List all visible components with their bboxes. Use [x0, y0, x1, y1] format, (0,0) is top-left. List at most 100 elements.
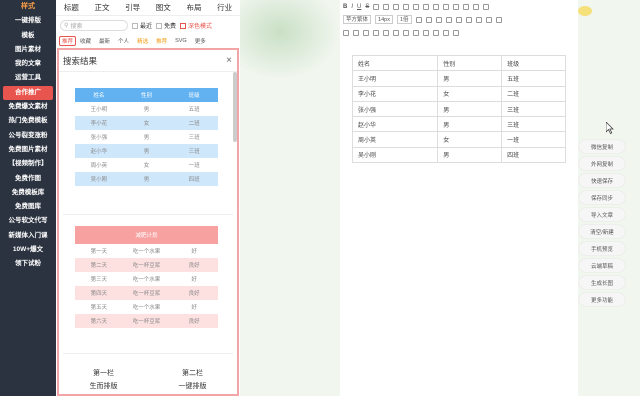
cell[interactable]: 三班	[501, 116, 566, 133]
template-table-students[interactable]: 姓名 性别 班级 王小明男五班 李小花女二班 张小强男三班 赵小华男三班 周小英…	[75, 88, 218, 186]
cell[interactable]: 三班	[501, 100, 566, 118]
delete-row-icon[interactable]	[383, 29, 389, 36]
sidebar-item[interactable]: 模板	[0, 29, 56, 43]
cell[interactable]: 五班	[501, 70, 566, 87]
close-icon[interactable]: ×	[226, 55, 232, 66]
template-columns[interactable]: 第一栏 第二栏 生而排版 一键排版	[59, 368, 237, 394]
sidebar-item[interactable]: 10W+爆文	[0, 243, 56, 257]
dark-mode-checkbox[interactable]: 深色模式	[180, 21, 212, 30]
filter-personal[interactable]: 个人	[114, 37, 133, 45]
cell[interactable]: 班级	[501, 54, 566, 72]
align-center-icon[interactable]	[403, 3, 410, 10]
cell[interactable]: 周小英	[351, 131, 439, 148]
free-checkbox[interactable]: 免费	[156, 21, 176, 30]
sidebar-item[interactable]: 图片素材	[0, 43, 56, 57]
sidebar-item[interactable]: 一键排版	[0, 14, 56, 28]
search-input[interactable]: ⚲ 搜索	[60, 20, 128, 31]
link-icon[interactable]	[483, 3, 490, 10]
text-color-icon[interactable]	[485, 16, 492, 23]
sidebar-item[interactable]: 免费作图	[0, 172, 56, 186]
tab-title[interactable]: 标题	[64, 2, 79, 13]
cell[interactable]: 二班	[501, 85, 566, 102]
quote-icon[interactable]	[373, 3, 380, 10]
sidebar-item[interactable]: 免费图片素材	[0, 143, 56, 157]
list-icon[interactable]	[433, 3, 440, 10]
delete-column-icon[interactable]	[393, 29, 399, 36]
more-functions-button[interactable]: 更多功能	[579, 293, 625, 306]
fullscreen-icon[interactable]	[433, 29, 439, 36]
divider-icon[interactable]	[455, 16, 462, 23]
ordered-list-icon[interactable]	[443, 3, 450, 10]
cell[interactable]: 赵小华	[351, 116, 439, 133]
more-icon[interactable]	[453, 29, 459, 36]
background-color-icon[interactable]	[495, 16, 502, 23]
cell[interactable]: 张小强	[351, 100, 439, 118]
cloud-draft-button[interactable]: 云端草稿	[579, 259, 625, 272]
image-icon[interactable]	[473, 3, 480, 10]
sidebar-item[interactable]: 免费爆文素材	[0, 100, 56, 114]
filter-favorites[interactable]: 收藏	[76, 37, 95, 45]
insert-row-icon[interactable]	[343, 29, 349, 36]
tab-guide[interactable]: 引导	[125, 2, 140, 13]
align-justify-icon[interactable]	[423, 3, 430, 10]
strikethrough-icon[interactable]: S	[365, 4, 369, 10]
format-painter-icon[interactable]	[475, 16, 482, 23]
split-cells-icon[interactable]	[373, 29, 379, 36]
cell[interactable]: 一班	[501, 131, 566, 148]
tab-layout[interactable]: 布局	[186, 2, 201, 13]
insert-column-icon[interactable]	[353, 29, 359, 36]
tab-body[interactable]: 正文	[94, 2, 109, 13]
filter-featured[interactable]: 精选	[133, 37, 152, 45]
cell[interactable]: 四班	[501, 146, 566, 164]
wechat-copy-button[interactable]: 微信复制	[579, 140, 625, 153]
undo-icon[interactable]	[403, 29, 409, 36]
scrollbar-thumb[interactable]	[233, 72, 237, 142]
tab-image-text[interactable]: 图文	[156, 2, 171, 13]
sidebar-item[interactable]: 运营工具	[0, 71, 56, 85]
cell[interactable]: 吴小刚	[351, 146, 439, 164]
underline-icon[interactable]: U	[357, 4, 361, 10]
mobile-preview-button[interactable]: 手机预览	[579, 242, 625, 255]
sidebar-item[interactable]: 公号裂变涨粉	[0, 129, 56, 143]
document-table[interactable]: 姓名 性别 班级 王小明男五班 李小花女二班 张小强男三班 赵小华男三班 周小英女一…	[351, 54, 566, 164]
cell[interactable]: 女	[437, 131, 503, 148]
cell[interactable]: 性别	[437, 54, 503, 72]
search-replace-icon[interactable]	[423, 29, 429, 36]
font-family-select[interactable]: 苹方繁体	[343, 15, 372, 24]
cell[interactable]: 男	[437, 70, 503, 87]
align-right-icon[interactable]	[413, 3, 420, 10]
cell[interactable]: 姓名	[351, 54, 439, 72]
external-copy-button[interactable]: 外网复制	[579, 157, 625, 170]
recent-checkbox[interactable]: 最近	[132, 21, 152, 30]
clear-format-icon[interactable]	[465, 16, 472, 23]
sidebar-item[interactable]: 免费模板库	[0, 186, 56, 200]
bold-icon[interactable]: B	[343, 4, 347, 10]
line-spacing-select[interactable]: 1倍	[396, 15, 412, 24]
preview-icon[interactable]	[443, 29, 449, 36]
quick-save-button[interactable]: 快速保存	[579, 174, 625, 187]
indent-icon[interactable]	[453, 3, 460, 10]
code-icon[interactable]	[383, 3, 390, 10]
sidebar-item[interactable]: 公号软文代写	[0, 214, 56, 228]
outdent-icon[interactable]	[463, 3, 470, 10]
font-size-select[interactable]: 14px	[375, 15, 393, 24]
filter-latest[interactable]: 最新	[95, 37, 114, 45]
filter-more[interactable]: 更多	[191, 37, 210, 45]
save-sync-button[interactable]: 保存同步	[579, 191, 625, 204]
sidebar-item[interactable]: 【视频制作】	[0, 157, 56, 171]
sidebar-brand[interactable]: 样式	[0, 0, 56, 14]
sidebar-item-active[interactable]: 合作推广	[3, 85, 53, 101]
cell[interactable]: 男	[437, 116, 503, 133]
sidebar-item[interactable]: 新媒体入门课	[0, 229, 56, 243]
filter-recommend[interactable]: 推荐	[59, 35, 77, 46]
cell[interactable]: 王小明	[351, 70, 439, 87]
merge-cells-icon[interactable]	[363, 29, 369, 36]
video-icon[interactable]	[435, 16, 442, 23]
filter-recommend-2[interactable]: 推荐	[152, 37, 171, 45]
italic-icon[interactable]: I	[351, 4, 353, 10]
audio-icon[interactable]	[445, 16, 452, 23]
import-article-button[interactable]: 导入文章	[579, 208, 625, 221]
editor-canvas[interactable]: B I U S 苹方繁体 14px 1倍 姓名 性别 班级 王小明 男 五班 李…	[340, 0, 578, 396]
emoji-icon[interactable]	[425, 16, 432, 23]
redo-icon[interactable]	[413, 29, 419, 36]
